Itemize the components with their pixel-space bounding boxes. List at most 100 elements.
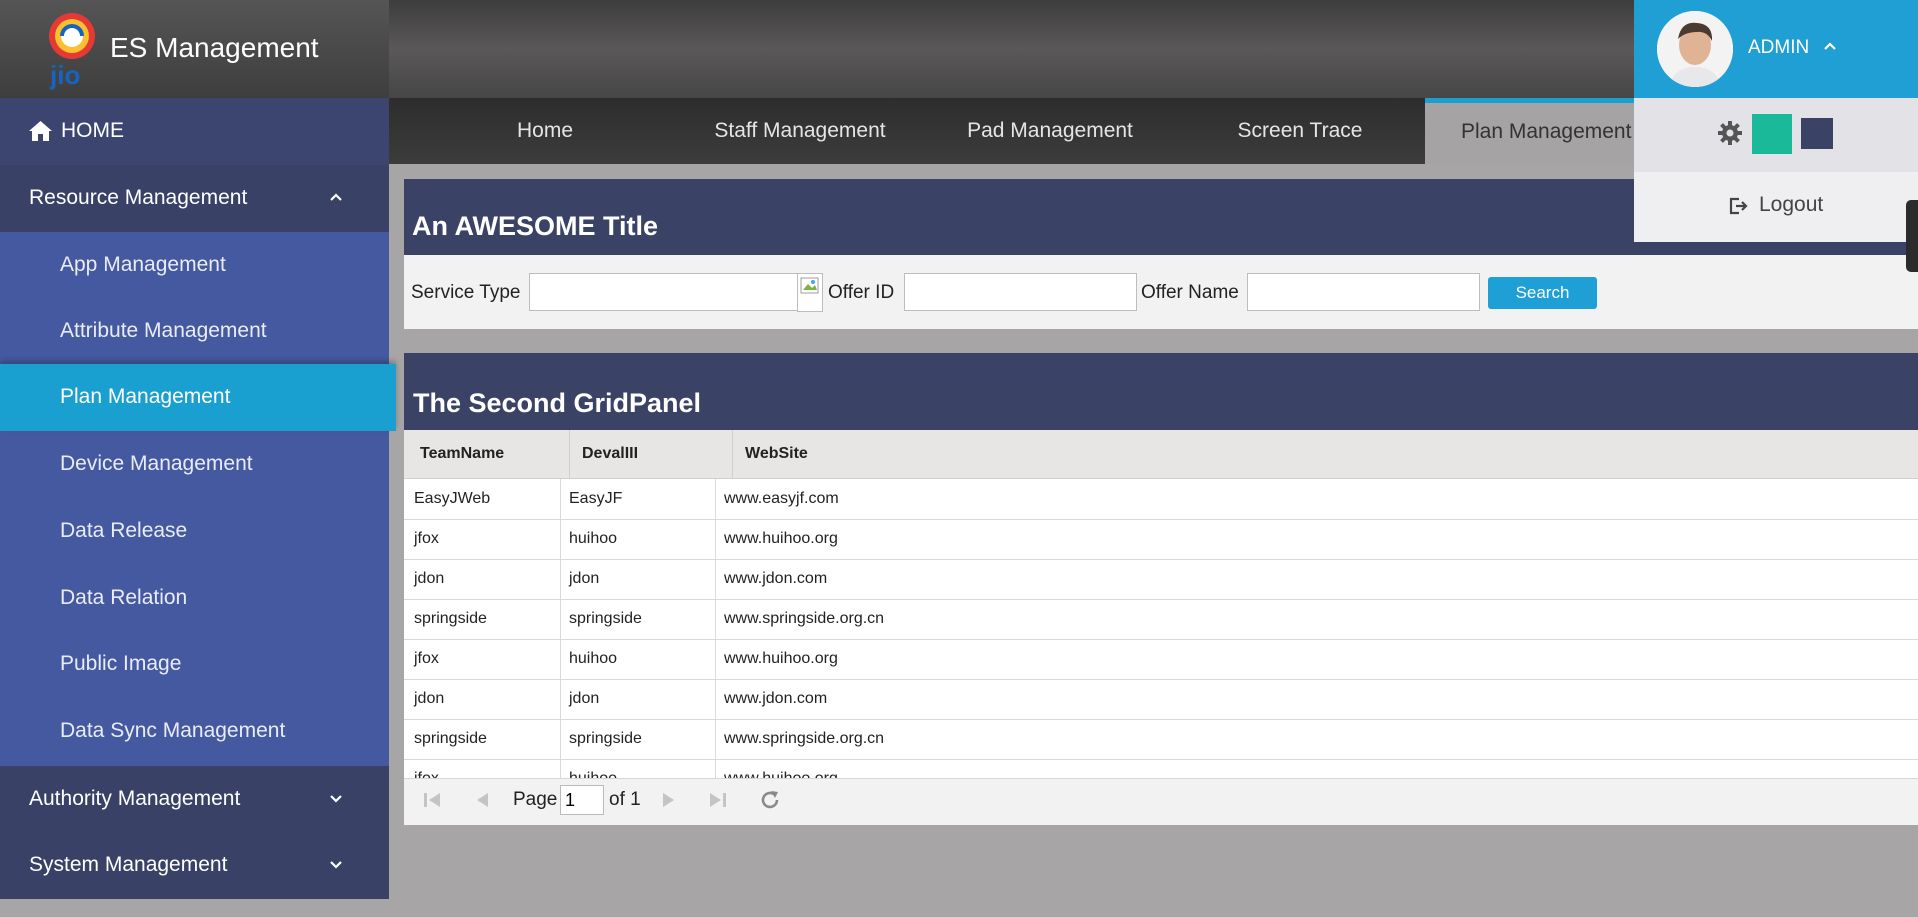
refresh-icon[interactable] [758,788,782,812]
sidebar-group-label: Resource Management [29,186,248,209]
table-row[interactable]: springside springside www.springside.org… [404,599,1918,640]
column-header-website[interactable]: WebSite [745,430,808,478]
cell-website: www.jdon.com [724,690,828,707]
column-header-teamname[interactable]: TeamName [420,430,504,478]
column-header-devaliii[interactable]: DevalIII [582,430,638,478]
column-divider[interactable] [569,430,570,478]
broken-image-icon [800,277,819,294]
logout-icon[interactable] [1728,196,1748,216]
table-row[interactable]: springside springside www.springside.org… [404,719,1918,760]
sidebar-item-device-management[interactable]: Device Management [0,431,389,498]
sidebar-item-data-sync-management[interactable]: Data Sync Management [0,698,389,765]
next-page-icon[interactable] [656,788,680,812]
cell-teamname: jdon [414,690,445,707]
previous-page-icon[interactable] [471,788,495,812]
tab-pad-management[interactable]: Pad Management [925,98,1175,164]
sidebar-item-plan-management[interactable]: Plan Management [0,364,396,431]
service-type-label: Service Type [411,282,521,303]
cell-website: www.huihoo.org [724,650,838,667]
jio-logo: jio [49,13,95,90]
cell-teamname: jfox [414,759,439,778]
table-row[interactable]: jdon jdon www.jdon.com [404,559,1918,600]
cell-devaliii: jdon [569,570,600,587]
cell-teamname: jfox [414,530,439,547]
page-count-label: of 1 [609,789,641,810]
sidebar-item-attribute-management[interactable]: Attribute Management [0,298,389,365]
sidebar-item-label: Device Management [60,452,253,475]
sidebar: jio ES Management HOME Resource Manageme… [0,0,396,899]
theme-swatch-navy[interactable] [1801,118,1833,149]
first-page-icon[interactable] [420,788,444,812]
sidebar-item-label: Data Sync Management [60,719,286,742]
page-label: Page [513,789,558,810]
sidebar-item-label: Public Image [60,652,182,675]
cell-devaliii: jdon [569,690,600,707]
cell-website: www.huihoo.org [724,759,838,778]
sidebar-item-label: Data Relation [60,586,188,609]
table-row[interactable]: jfox huihoo www.huihoo.org [404,519,1918,560]
username[interactable]: ADMIN [1748,37,1809,59]
sidebar-group-label: System Management [29,853,228,876]
table-row[interactable]: jfox huihoo www.huihoo.org [404,639,1918,680]
cell-teamname: springside [414,730,487,747]
theme-swatch-teal[interactable] [1752,114,1792,154]
cell-website: www.huihoo.org [724,530,838,547]
sidebar-item-label: Data Release [60,519,188,542]
service-type-picker[interactable] [797,273,823,312]
cell-teamname: jfox [414,650,439,667]
form-panel-title: An AWESOME Title [412,211,659,241]
gear-icon[interactable] [1717,120,1743,146]
cell-website: www.easyjf.com [724,490,839,507]
service-type-input[interactable] [529,273,798,311]
app-title: ES Management [110,32,319,63]
sidebar-group-authority-management[interactable]: Authority Management [0,766,389,833]
cell-website: www.springside.org.cn [724,730,885,747]
cell-teamname: EasyJWeb [414,490,491,507]
column-divider[interactable] [732,430,733,478]
sidebar-group-system-management[interactable]: System Management [0,832,389,899]
sidebar-item-data-relation[interactable]: Data Relation [0,565,389,632]
chevron-up-icon[interactable] [1823,41,1837,51]
last-page-icon[interactable] [706,788,730,812]
avatar[interactable] [1657,11,1733,87]
table-row[interactable]: jfox huihoo www.huihoo.org [404,759,1918,778]
sidebar-item-data-release[interactable]: Data Release [0,498,389,565]
chevron-down-icon [330,795,342,803]
tab-screen-trace[interactable]: Screen Trace [1175,98,1425,164]
tab-plan-management[interactable]: Plan Management [1425,98,1661,164]
table-row[interactable]: jdon jdon www.jdon.com [404,679,1918,720]
user-avatar-image [1657,11,1733,87]
sidebar-item-label: HOME [61,119,124,142]
cell-devaliii: huihoo [569,530,618,547]
sidebar-item-app-management[interactable]: App Management [0,232,389,299]
sidebar-item-label: Plan Management [60,385,231,408]
tab-staff-management[interactable]: Staff Management [675,98,925,164]
cell-devaliii: huihoo [569,759,617,778]
chevron-down-icon [330,861,342,869]
offer-name-input[interactable] [1247,273,1480,311]
sidebar-item-public-image[interactable]: Public Image [0,631,389,698]
cell-devaliii: springside [569,730,642,747]
logo-bar: jio ES Management [0,0,389,98]
side-drawer-handle[interactable] [1906,200,1918,272]
home-icon [29,121,52,141]
sidebar-item-label: Attribute Management [60,319,267,342]
sidebar-group-resource-management[interactable]: Resource Management [0,165,389,232]
offer-id-input[interactable] [904,273,1137,311]
offer-id-label: Offer ID [828,282,895,303]
sidebar-item-home[interactable]: HOME [0,98,389,165]
logo-text: jio [49,60,80,90]
logout-link[interactable]: Logout [1759,193,1823,217]
resource-submenu: App Management Attribute Management Plan… [0,232,396,766]
tab-home[interactable]: Home [420,98,670,164]
sidebar-item-label: App Management [60,253,226,276]
search-button[interactable]: Search [1488,277,1597,309]
cell-teamname: springside [414,610,487,627]
cell-teamname: jdon [414,570,445,587]
sidebar-group-label: Authority Management [29,787,241,810]
cell-website: www.springside.org.cn [724,610,885,627]
grid-body: EasyJWeb EasyJF www.easyjf.com jfox huih… [404,479,1918,778]
table-row[interactable]: EasyJWeb EasyJF www.easyjf.com [404,479,1918,520]
page-number-input[interactable]: 1 [560,785,604,815]
chevron-up-icon [330,193,342,201]
